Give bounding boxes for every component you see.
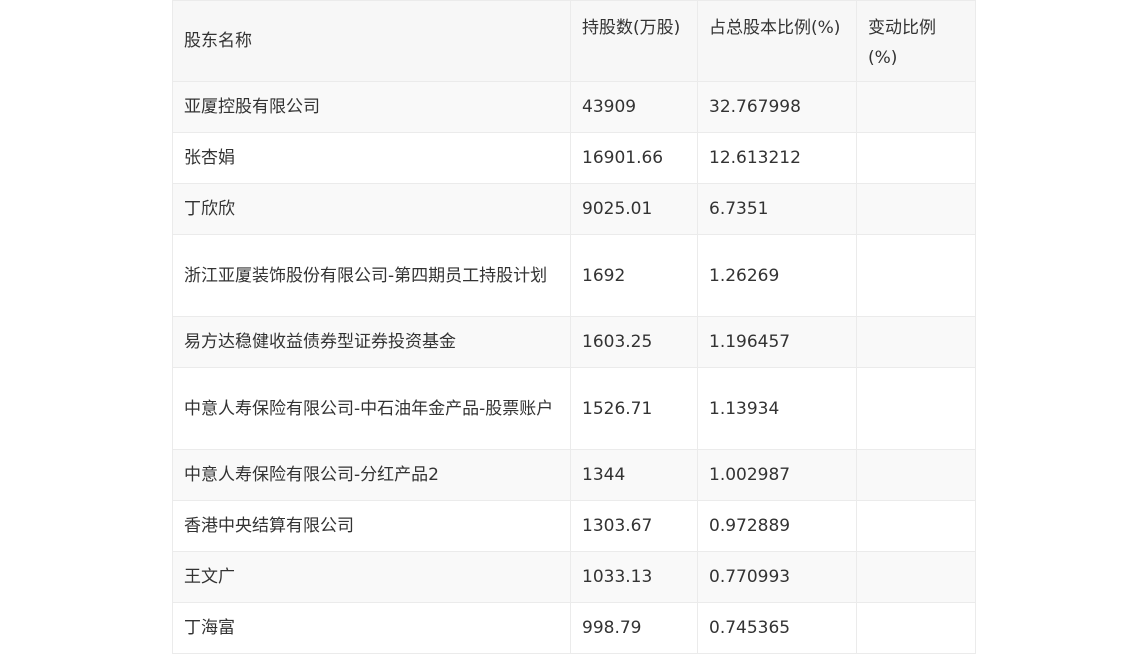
cell-share-ratio: 1.196457	[697, 316, 857, 368]
cell-shares-held: 1526.71	[570, 367, 698, 450]
cell-shareholder-name: 浙江亚厦装饰股份有限公司-第四期员工持股计划	[172, 234, 571, 317]
cell-share-ratio: 1.26269	[697, 234, 857, 317]
cell-share-ratio: 0.745365	[697, 602, 857, 654]
table-row: 中意人寿保险有限公司-中石油年金产品-股票账户 1526.71 1.13934	[172, 367, 976, 450]
cell-shares-held: 998.79	[570, 602, 698, 654]
table-row: 张杏娟 16901.66 12.613212	[172, 132, 976, 184]
table-row: 亚厦控股有限公司 43909 32.767998	[172, 81, 976, 133]
cell-change-ratio	[856, 551, 976, 603]
table-row: 王文广 1033.13 0.770993	[172, 551, 976, 603]
cell-shareholder-name: 中意人寿保险有限公司-分红产品2	[172, 449, 571, 501]
cell-change-ratio	[856, 316, 976, 368]
table-row: 丁海富 998.79 0.745365	[172, 602, 976, 654]
shareholder-table-container: 股东名称 持股数(万股) 占总股本比例(%) 变动比例(%) 亚厦控股有限公司 …	[172, 0, 976, 654]
cell-share-ratio: 0.972889	[697, 500, 857, 552]
table-row: 易方达稳健收益债券型证券投资基金 1603.25 1.196457	[172, 316, 976, 368]
cell-shares-held: 1603.25	[570, 316, 698, 368]
cell-share-ratio: 1.13934	[697, 367, 857, 450]
header-shareholder-name: 股东名称	[172, 0, 571, 82]
cell-share-ratio: 6.7351	[697, 183, 857, 235]
cell-shareholder-name: 亚厦控股有限公司	[172, 81, 571, 133]
cell-change-ratio	[856, 183, 976, 235]
cell-change-ratio	[856, 602, 976, 654]
cell-shareholder-name: 丁欣欣	[172, 183, 571, 235]
cell-shareholder-name: 王文广	[172, 551, 571, 603]
cell-share-ratio: 32.767998	[697, 81, 857, 133]
cell-change-ratio	[856, 81, 976, 133]
cell-shares-held: 1033.13	[570, 551, 698, 603]
cell-change-ratio	[856, 367, 976, 450]
header-share-ratio: 占总股本比例(%)	[697, 0, 857, 82]
table-header-row: 股东名称 持股数(万股) 占总股本比例(%) 变动比例(%)	[172, 0, 976, 82]
cell-change-ratio	[856, 449, 976, 501]
header-shares-held: 持股数(万股)	[570, 0, 698, 82]
table-row: 浙江亚厦装饰股份有限公司-第四期员工持股计划 1692 1.26269	[172, 234, 976, 317]
cell-shareholder-name: 中意人寿保险有限公司-中石油年金产品-股票账户	[172, 367, 571, 450]
cell-shares-held: 1692	[570, 234, 698, 317]
cell-share-ratio: 0.770993	[697, 551, 857, 603]
cell-shareholder-name: 易方达稳健收益债券型证券投资基金	[172, 316, 571, 368]
cell-shareholder-name: 张杏娟	[172, 132, 571, 184]
cell-shareholder-name: 丁海富	[172, 602, 571, 654]
cell-shareholder-name: 香港中央结算有限公司	[172, 500, 571, 552]
cell-share-ratio: 12.613212	[697, 132, 857, 184]
cell-shares-held: 9025.01	[570, 183, 698, 235]
cell-shares-held: 1303.67	[570, 500, 698, 552]
cell-change-ratio	[856, 132, 976, 184]
cell-change-ratio	[856, 234, 976, 317]
cell-shares-held: 16901.66	[570, 132, 698, 184]
table-row: 丁欣欣 9025.01 6.7351	[172, 183, 976, 235]
cell-shares-held: 1344	[570, 449, 698, 501]
table-row: 香港中央结算有限公司 1303.67 0.972889	[172, 500, 976, 552]
header-change-ratio: 变动比例(%)	[856, 0, 976, 82]
cell-change-ratio	[856, 500, 976, 552]
cell-shares-held: 43909	[570, 81, 698, 133]
table-row: 中意人寿保险有限公司-分红产品2 1344 1.002987	[172, 449, 976, 501]
shareholder-table: 股东名称 持股数(万股) 占总股本比例(%) 变动比例(%) 亚厦控股有限公司 …	[172, 0, 976, 654]
cell-share-ratio: 1.002987	[697, 449, 857, 501]
